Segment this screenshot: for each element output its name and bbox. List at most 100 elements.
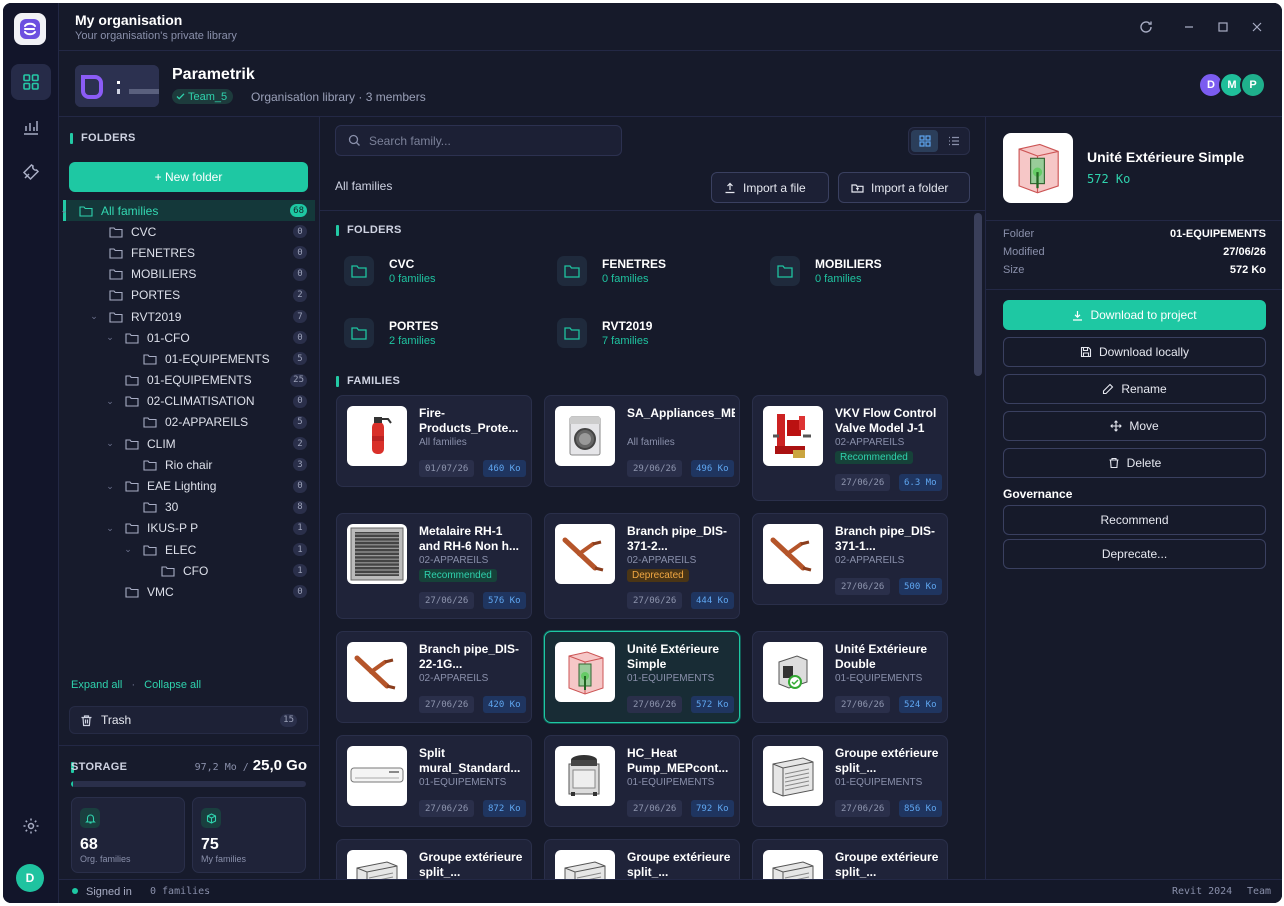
family-card[interactable]: Branch pipe_DIS-371-2... 02-APPAREILS Depr… bbox=[544, 513, 740, 619]
move-button[interactable]: Move bbox=[1003, 411, 1266, 441]
family-card[interactable]: HC_Heat Pump_MEPcont... 01-EQUIPEMENTS 27/… bbox=[544, 735, 740, 827]
tree-item[interactable]: ⌄ All families 68 bbox=[60, 200, 315, 222]
tree-item[interactable]: 01-EQUIPEMENTS 25 bbox=[63, 370, 315, 391]
tree-item[interactable]: ⌄ 01-CFO 0 bbox=[63, 327, 315, 348]
new-folder-button[interactable]: + New folder bbox=[69, 162, 308, 192]
view-toggle[interactable] bbox=[908, 127, 970, 155]
delete-button[interactable]: Delete bbox=[1003, 448, 1266, 478]
tree-item[interactable]: FENETRES 0 bbox=[63, 242, 315, 263]
deprecate-button[interactable]: Deprecate... bbox=[1003, 539, 1266, 569]
meta-value: 01-EQUIPEMENTS bbox=[1170, 228, 1266, 240]
chevron-down-icon[interactable]: ⌄ bbox=[105, 332, 115, 343]
family-card[interactable]: Groupe extérieure split_... 01-EQUIPEMENT… bbox=[752, 735, 948, 827]
family-card[interactable]: VKV Flow Control Valve Model J-1 02-APPAR… bbox=[752, 395, 948, 501]
family-folder: 02-APPAREILS bbox=[835, 555, 905, 566]
user-avatar[interactable]: D bbox=[16, 864, 44, 892]
family-name: SA_Appliances_MEPcontent_Uns... bbox=[627, 406, 735, 420]
member-avatar[interactable]: P bbox=[1240, 72, 1266, 98]
meta-folder: Folder 01-EQUIPEMENTS bbox=[1003, 225, 1266, 243]
tree-item[interactable]: 30 8 bbox=[63, 497, 315, 518]
tree-item-label: All families bbox=[101, 203, 159, 218]
collapse-all-link[interactable]: Collapse all bbox=[144, 679, 201, 691]
folder-card[interactable]: RVT2019 7 families bbox=[549, 308, 739, 358]
list-view-icon[interactable] bbox=[940, 130, 967, 152]
app-logo[interactable] bbox=[14, 13, 46, 45]
close-icon[interactable] bbox=[1247, 17, 1267, 37]
tree-item[interactable]: VMC 0 bbox=[63, 581, 315, 602]
tree-item[interactable]: ⌄ EAE Lighting 0 bbox=[63, 475, 315, 496]
family-date: 27/06/26 bbox=[419, 592, 475, 609]
refresh-icon[interactable] bbox=[1136, 17, 1156, 37]
family-card[interactable]: Groupe extérieure split_... bbox=[752, 839, 948, 879]
folder-icon bbox=[770, 256, 800, 286]
tree-item[interactable]: MOBILIERS 0 bbox=[63, 264, 315, 285]
family-date: 27/06/26 bbox=[835, 800, 891, 817]
family-folder: All families bbox=[419, 437, 467, 448]
breadcrumb: All families bbox=[335, 179, 393, 193]
family-card[interactable]: Branch pipe_DIS-371-1... 02-APPAREILS 27/0… bbox=[752, 513, 948, 605]
tree-item[interactable]: Rio chair 3 bbox=[63, 454, 315, 475]
family-card[interactable]: Groupe extérieure split_... bbox=[544, 839, 740, 879]
family-card[interactable]: Groupe extérieure split_... bbox=[336, 839, 532, 879]
tree-item[interactable]: 02-APPAREILS 5 bbox=[63, 412, 315, 433]
chevron-down-icon[interactable]: ⌄ bbox=[105, 523, 115, 534]
library-icon[interactable] bbox=[11, 64, 51, 100]
chevron-down-icon[interactable]: ⌄ bbox=[123, 544, 133, 555]
expand-all-link[interactable]: Expand all bbox=[71, 679, 122, 691]
tools-icon[interactable] bbox=[11, 154, 51, 190]
tree-item-count: 0 bbox=[293, 394, 307, 408]
folder-card[interactable]: FENETRES 0 families bbox=[549, 246, 739, 296]
family-card[interactable]: Metalaire RH-1 and RH-6 Non h... 02-APPAR… bbox=[336, 513, 532, 619]
family-card[interactable]: SA_Appliances_MEPcontent_Uns... All famil… bbox=[544, 395, 740, 487]
folder-card[interactable]: PORTES 2 families bbox=[336, 308, 526, 358]
family-card[interactable]: Split mural_Standard... 01-EQUIPEMENTS 27/… bbox=[336, 735, 532, 827]
family-thumbnail bbox=[347, 850, 407, 879]
chevron-down-icon[interactable]: ⌄ bbox=[105, 438, 115, 449]
folder-card[interactable]: MOBILIERS 0 families bbox=[762, 246, 952, 296]
stats-icon[interactable] bbox=[11, 109, 51, 145]
family-thumbnail bbox=[347, 524, 407, 584]
window-subtitle: Your organisation's private library bbox=[75, 30, 237, 42]
family-date: 27/06/26 bbox=[419, 800, 475, 817]
storage-heading-text: STORAGE bbox=[71, 761, 128, 773]
minimize-icon[interactable] bbox=[1179, 17, 1199, 37]
search-box[interactable] bbox=[335, 125, 622, 156]
chevron-down-icon[interactable]: ⌄ bbox=[105, 481, 115, 492]
tree-item[interactable]: CFO 1 bbox=[63, 560, 315, 581]
trash-button[interactable]: Trash 15 bbox=[69, 706, 308, 734]
chevron-down-icon[interactable]: ⌄ bbox=[105, 396, 115, 407]
family-size: 6.3 Mo bbox=[899, 474, 942, 491]
import-file-button[interactable]: Import a file bbox=[711, 172, 829, 203]
family-card[interactable]: Branch pipe_DIS-22-1G... 02-APPAREILS 27/0… bbox=[336, 631, 532, 723]
grid-view-icon[interactable] bbox=[911, 130, 938, 152]
rename-button[interactable]: Rename bbox=[1003, 374, 1266, 404]
member-avatars[interactable]: D M P bbox=[1198, 72, 1266, 98]
settings-icon[interactable] bbox=[11, 808, 51, 844]
search-input[interactable] bbox=[369, 133, 609, 148]
tree-item[interactable]: CVC 0 bbox=[63, 221, 315, 242]
family-card[interactable]: Unité Extérieure Double 01-EQUIPEMENTS 27/… bbox=[752, 631, 948, 723]
tree-item[interactable]: ⌄ IKUS-P P 1 bbox=[63, 518, 315, 539]
scrollbar-thumb[interactable] bbox=[974, 213, 982, 376]
tree-item[interactable]: ⌄ ELEC 1 bbox=[63, 539, 315, 560]
chevron-down-icon[interactable]: ⌄ bbox=[59, 205, 69, 216]
tree-item[interactable]: ⌄ RVT2019 7 bbox=[63, 306, 315, 327]
maximize-icon[interactable] bbox=[1213, 17, 1233, 37]
tree-item[interactable]: ⌄ 02-CLIMATISATION 0 bbox=[63, 391, 315, 412]
family-card[interactable]: Fire-Products_Prote... All families 01/07/… bbox=[336, 395, 532, 487]
download-to-project-button[interactable]: Download to project bbox=[1003, 300, 1266, 330]
family-folder: All families bbox=[627, 437, 675, 448]
folder-count: 7 families bbox=[602, 335, 649, 347]
tree-item[interactable]: PORTES 2 bbox=[63, 285, 315, 306]
family-thumbnail bbox=[763, 850, 823, 879]
folder-card[interactable]: CVC 0 families bbox=[336, 246, 526, 296]
download-locally-button[interactable]: Download locally bbox=[1003, 337, 1266, 367]
library-scroll-area[interactable]: FOLDERS CVC 0 families FENETRES 0 families… bbox=[320, 210, 985, 879]
tree-item[interactable]: 01-EQUIPEMENTS 5 bbox=[63, 348, 315, 369]
import-folder-button[interactable]: Import a folder bbox=[838, 172, 970, 203]
chevron-down-icon[interactable]: ⌄ bbox=[89, 311, 99, 322]
tree-item[interactable]: ⌄ CLIM 2 bbox=[63, 433, 315, 454]
family-card[interactable]: Unité Extérieure Simple 01-EQUIPEMENTS 27/… bbox=[544, 631, 740, 723]
recommend-button[interactable]: Recommend bbox=[1003, 505, 1266, 535]
folder-name: FENETRES bbox=[602, 257, 667, 271]
